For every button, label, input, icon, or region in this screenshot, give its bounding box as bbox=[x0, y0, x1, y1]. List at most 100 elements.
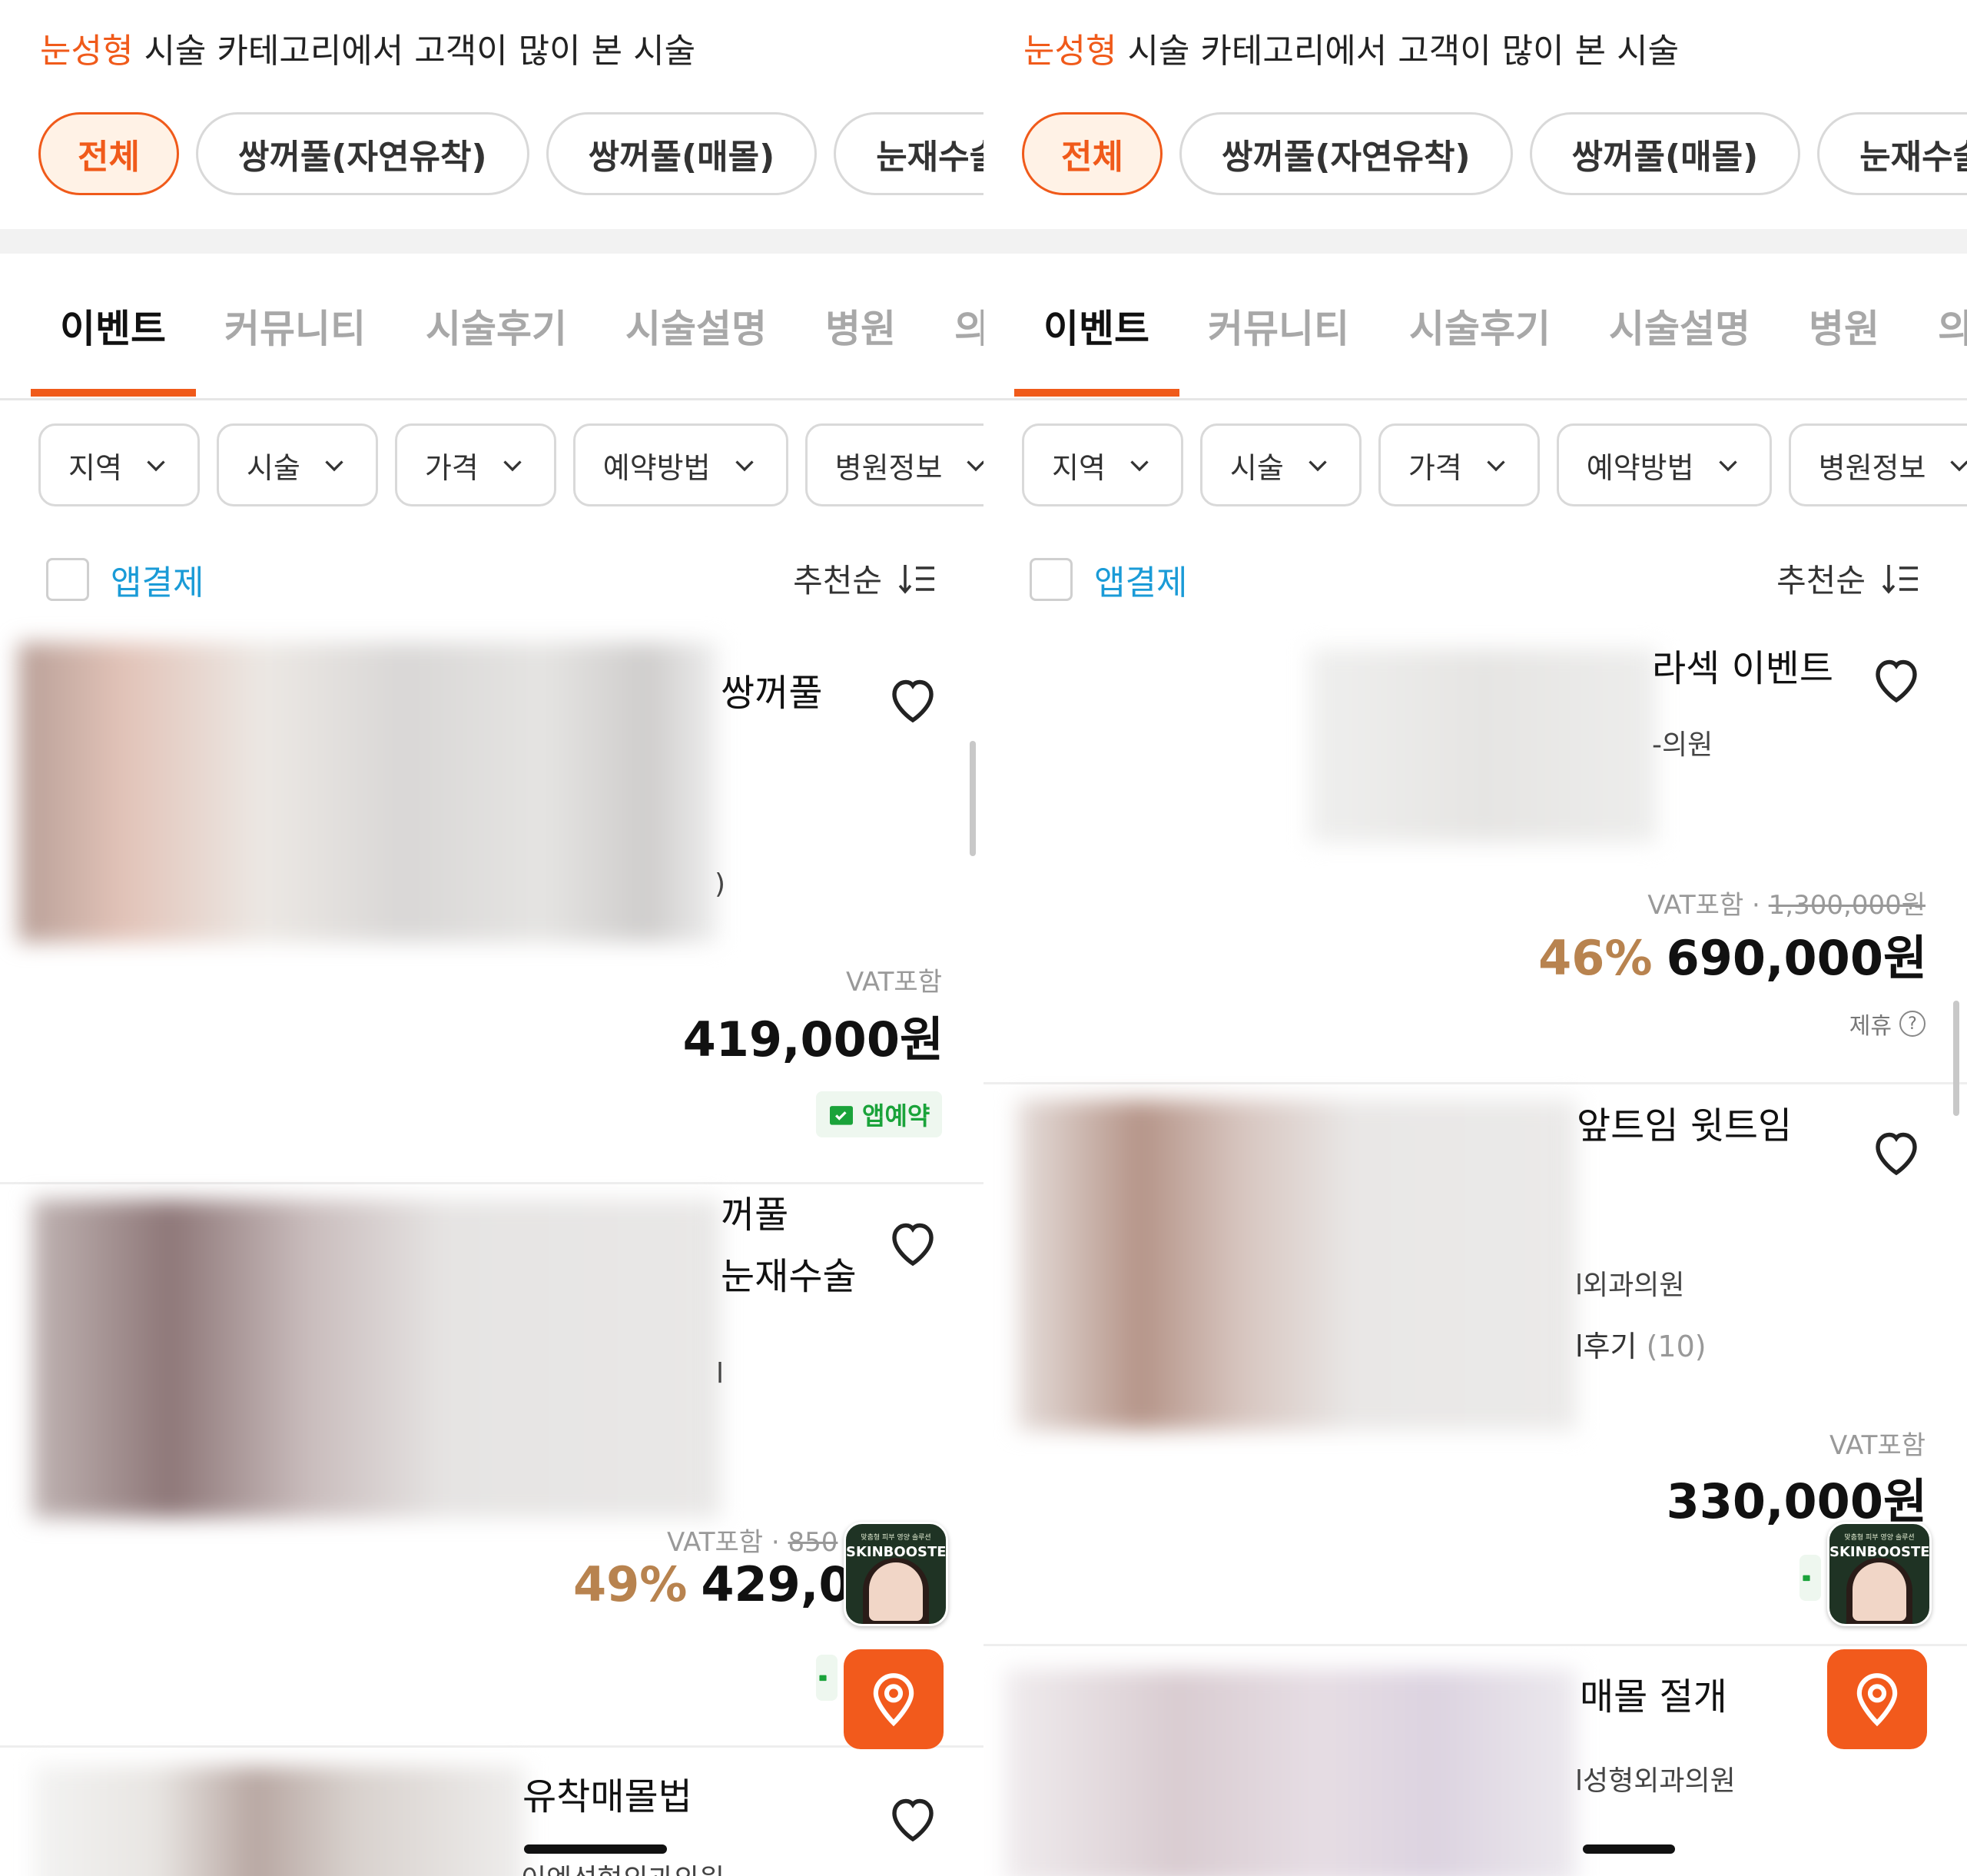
app-pay-label: 앱결제 bbox=[1094, 563, 1188, 603]
chevron-down-icon bbox=[147, 460, 165, 472]
tab-reviews[interactable]: 시술후기 bbox=[1409, 298, 1551, 354]
discount-rate: 46% bbox=[1538, 930, 1653, 986]
sort-button[interactable]: 추천순 bbox=[793, 555, 937, 602]
filter-booking-label: 예약방법 bbox=[1586, 450, 1694, 485]
ad-model-face bbox=[1853, 1562, 1906, 1621]
help-icon[interactable]: ? bbox=[1899, 1011, 1926, 1037]
chevron-down-icon bbox=[1309, 460, 1327, 472]
app-pay-toggle[interactable]: 앱결제 bbox=[1030, 555, 1187, 604]
chip-all[interactable]: 전체 bbox=[1022, 112, 1163, 195]
filter-region[interactable]: 지역 bbox=[1022, 423, 1183, 506]
tab-event[interactable]: 이벤트 bbox=[60, 298, 166, 354]
chip-double-eyelid-natural[interactable]: 쌍꺼풀(자연유착) bbox=[195, 112, 529, 195]
event-hospital: -의원 bbox=[1652, 729, 1713, 761]
tab-description[interactable]: 시술설명 bbox=[625, 298, 767, 354]
heart-icon[interactable] bbox=[885, 1215, 940, 1270]
event-card[interactable]: 매몰 절개 l성형외과의원 bbox=[984, 1646, 1967, 1876]
calendar-check-icon bbox=[819, 1675, 827, 1682]
sort-label: 추천순 bbox=[793, 562, 882, 599]
filter-price[interactable]: 가격 bbox=[394, 423, 556, 506]
tab-description[interactable]: 시술설명 bbox=[1609, 298, 1750, 354]
filter-booking-method[interactable]: 예약방법 bbox=[572, 423, 788, 506]
headline-highlight: 눈성형 bbox=[40, 32, 134, 71]
filter-region-label: 지역 bbox=[1052, 450, 1106, 485]
app-pay-checkbox[interactable] bbox=[1030, 558, 1073, 601]
tab-hospital[interactable]: 병원 bbox=[1809, 298, 1879, 354]
sort-icon bbox=[1882, 564, 1918, 594]
filter-hospital-info[interactable]: 병원정보 bbox=[1788, 423, 1967, 506]
app-panel-right: 눈성형 시술 카테고리에서 고객이 많이 본 시술 전체 쌍꺼풀(자연유착) 쌍꺼풀… bbox=[984, 0, 1967, 1876]
category-chips: 전체쌍꺼풀(자연유착)쌍꺼풀(매몰)눈재수술 bbox=[38, 112, 984, 195]
filter-price-label: 가격 bbox=[424, 450, 479, 485]
tab-more[interactable]: 의 bbox=[954, 298, 984, 354]
event-card[interactable]: 유착매몰법 이엔성형외과의원 bbox=[0, 1748, 984, 1876]
ad-tagline: 맞춤형 피부 영양 솔루션 bbox=[861, 1534, 931, 1542]
chip-double-eyelid-natural[interactable]: 쌍꺼풀(자연유착) bbox=[1179, 112, 1513, 195]
filter-region-label: 지역 bbox=[68, 450, 122, 485]
tab-community[interactable]: 커뮤니티 bbox=[1208, 298, 1349, 354]
skinbooster-ad-banner[interactable]: 맞춤형 피부 영양 솔루션 SKINBOOSTER bbox=[1827, 1522, 1932, 1626]
event-price: 429,0 bbox=[701, 1556, 852, 1612]
event-card[interactable]: 앞트임 윗트임 l외과의원 l후기 (10) VAT포함 330,000원 bbox=[984, 1084, 1967, 1646]
chevron-down-icon bbox=[735, 460, 754, 472]
heart-icon[interactable] bbox=[1869, 652, 1924, 707]
chip-eye-revision[interactable]: 눈재수술 bbox=[834, 112, 984, 195]
partner-label[interactable]: 제휴? bbox=[1849, 1007, 1926, 1041]
chevron-down-icon bbox=[325, 460, 343, 472]
scrollbar-thumb[interactable] bbox=[1953, 1001, 1959, 1116]
tab-more[interactable]: 의 bbox=[1938, 298, 1967, 354]
active-tab-underline bbox=[31, 389, 196, 397]
tab-event[interactable]: 이벤트 bbox=[1043, 298, 1149, 354]
filter-procedure[interactable]: 시술 bbox=[1199, 423, 1362, 506]
event-hospital: l외과의원 bbox=[1575, 1270, 1685, 1301]
map-button[interactable] bbox=[1827, 1649, 1927, 1749]
filter-price[interactable]: 가격 bbox=[1378, 423, 1540, 506]
ad-tagline: 맞춤형 피부 영양 솔루션 bbox=[1844, 1534, 1915, 1542]
filter-bar: 지역 시술 가격 예약방법 병원정보 bbox=[1022, 423, 1967, 506]
app-booking-badge: 앱예약 bbox=[816, 1091, 943, 1137]
reviews-number: (10) bbox=[1646, 1330, 1707, 1363]
event-thumbnail bbox=[1309, 649, 1657, 842]
heart-icon[interactable] bbox=[885, 1791, 940, 1846]
tab-reviews[interactable]: 시술후기 bbox=[426, 298, 567, 354]
chip-eye-revision[interactable]: 눈재수술 bbox=[1817, 112, 1967, 195]
filter-booking-method[interactable]: 예약방법 bbox=[1556, 423, 1772, 506]
event-hospital: l성형외과의원 bbox=[1575, 1765, 1736, 1797]
map-button[interactable] bbox=[844, 1649, 944, 1749]
heart-icon[interactable] bbox=[1869, 1124, 1924, 1180]
section-divider bbox=[984, 229, 1967, 254]
heart-icon[interactable] bbox=[885, 672, 940, 727]
event-hospital: l bbox=[716, 1358, 725, 1390]
location-pin-icon bbox=[1856, 1673, 1898, 1727]
filter-region[interactable]: 지역 bbox=[38, 423, 200, 506]
tab-community[interactable]: 커뮤니티 bbox=[224, 298, 366, 354]
app-pay-toggle[interactable]: 앱결제 bbox=[46, 555, 204, 604]
event-card[interactable]: 꺼풀 눈재수술 l VAT포함 · 850 49% 429,0 bbox=[0, 1184, 984, 1748]
active-tab-underline bbox=[1014, 389, 1179, 397]
filter-procedure-label: 시술 bbox=[1229, 450, 1284, 485]
scrollbar-thumb[interactable] bbox=[970, 741, 976, 856]
event-thumbnail bbox=[32, 1200, 721, 1518]
app-pay-checkbox[interactable] bbox=[46, 558, 89, 601]
filter-procedure[interactable]: 시술 bbox=[216, 423, 378, 506]
calendar-check-icon bbox=[830, 1106, 853, 1125]
sort-button[interactable]: 추천순 bbox=[1776, 555, 1921, 602]
event-card[interactable]: 라섹 이벤트 -의원 VAT포함 · 1,300,000원 46% 690,000… bbox=[984, 638, 1967, 1084]
chip-double-eyelid-buried[interactable]: 쌍꺼풀(매몰) bbox=[1529, 112, 1801, 195]
app-panel-left: 눈성형 시술 카테고리에서 고객이 많이 본 시술 전체 쌍꺼풀(자연유착) 쌍꺼풀… bbox=[0, 0, 984, 1876]
event-card[interactable]: 쌍꺼풀 ) VAT포함 419,000원 앱예약 bbox=[0, 638, 984, 1184]
skinbooster-ad-banner[interactable]: 맞춤형 피부 영양 솔루션 SKINBOOSTER bbox=[844, 1522, 948, 1626]
price-row: 46% 690,000원 bbox=[1538, 919, 1927, 988]
tab-hospital[interactable]: 병원 bbox=[825, 298, 896, 354]
filter-hospital-info[interactable]: 병원정보 bbox=[804, 423, 984, 506]
chip-all[interactable]: 전체 bbox=[38, 112, 179, 195]
chip-double-eyelid-buried[interactable]: 쌍꺼풀(매몰) bbox=[546, 112, 818, 195]
event-title: 앞트임 윗트임 bbox=[1577, 1104, 1793, 1147]
price-row: 49% 429,0 bbox=[573, 1556, 852, 1612]
event-title: 라섹 이벤트 bbox=[1652, 647, 1834, 690]
review-count[interactable]: l후기 (10) bbox=[1575, 1323, 1707, 1365]
event-title-line2: 눈재수술 bbox=[721, 1255, 857, 1298]
original-price: 1,300,000원 bbox=[1768, 890, 1926, 921]
chevron-down-icon bbox=[1718, 460, 1737, 472]
event-thumbnail bbox=[34, 1766, 526, 1876]
